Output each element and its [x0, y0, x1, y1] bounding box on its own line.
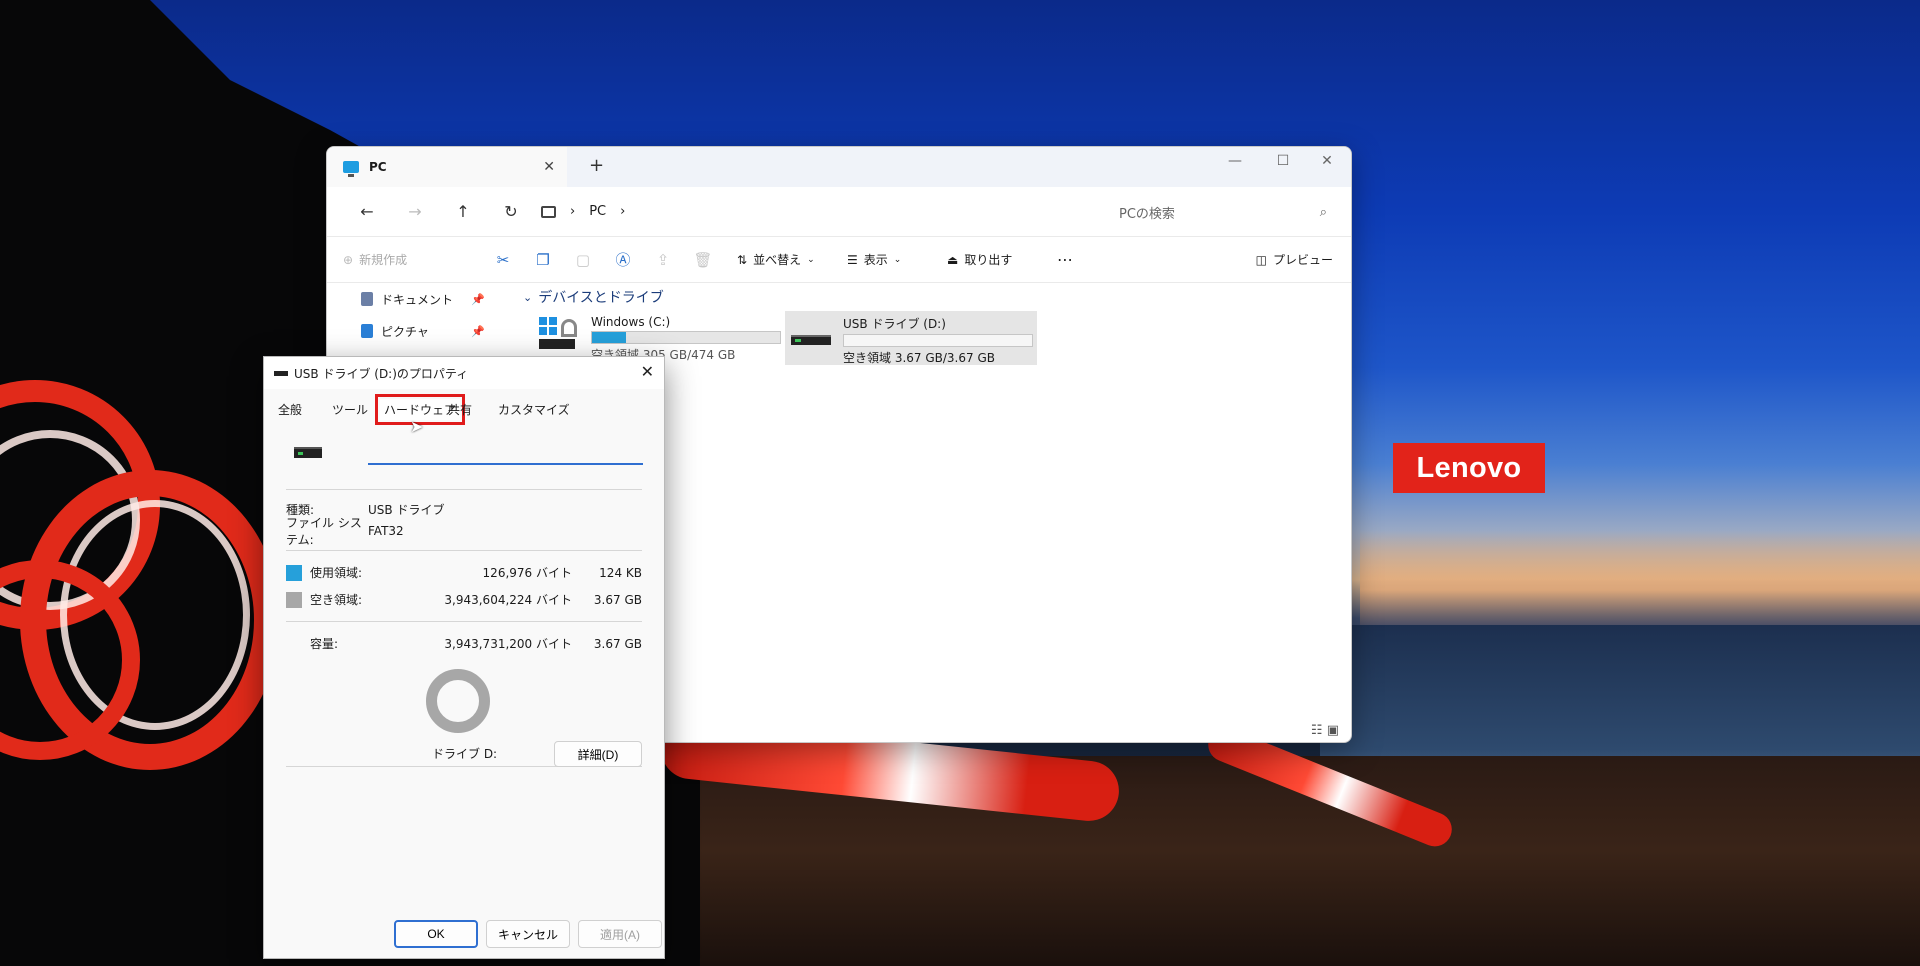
disk-usage-donut: [426, 669, 490, 733]
close-icon[interactable]: ✕: [641, 362, 654, 381]
tab-pc[interactable]: PC ✕: [327, 147, 567, 187]
document-icon: [361, 292, 373, 306]
command-bar: ⊕ 新規作成 ✂ ❐ ▢ Ⓐ ⇪ 🗑 ⇅ 並べ替え ⌄ ☰ 表示 ⌄ ⏏ 取り出…: [327, 237, 1351, 283]
view-toggle[interactable]: ☷ ▣: [1311, 723, 1339, 738]
drive-d[interactable]: USB ドライブ (D:) 空き領域 3.67 GB/3.67 GB: [785, 311, 1037, 365]
preview-pane-icon: ◫: [1255, 252, 1267, 267]
used-space-row: 使用領域: 126,976 バイト 124 KB: [286, 559, 642, 586]
eject-button[interactable]: ⏏ 取り出す: [947, 251, 1057, 268]
filesystem-row: ファイル システム: FAT32: [286, 516, 404, 547]
up-arrow-icon[interactable]: ↑: [439, 202, 487, 221]
close-window-icon[interactable]: ✕: [1307, 153, 1347, 169]
drive-usage-bar: [843, 334, 1033, 347]
rename-icon[interactable]: Ⓐ: [603, 249, 643, 270]
details-view-icon[interactable]: ☷: [1311, 723, 1323, 738]
tab-sharing[interactable]: 共有: [444, 399, 476, 420]
divider: [286, 489, 642, 490]
view-button[interactable]: ☰ 表示 ⌄: [847, 251, 947, 268]
computer-icon: [343, 161, 359, 177]
close-tab-icon[interactable]: ✕: [543, 159, 555, 175]
divider: [286, 621, 642, 622]
monitor-icon: [541, 205, 556, 218]
maximize-icon[interactable]: ☐: [1263, 153, 1303, 169]
drive-name-input[interactable]: [368, 439, 643, 465]
chevron-down-icon: ⌄: [807, 254, 815, 265]
new-button[interactable]: ⊕ 新規作成: [343, 251, 463, 268]
preview-button[interactable]: ◫ プレビュー: [1256, 251, 1333, 268]
address-bar: ← → ↑ ↻ › PC › PCの検索 ⌕: [327, 187, 1351, 237]
tab-general[interactable]: 全般: [274, 399, 306, 420]
chevron-down-icon: ⌄: [893, 254, 902, 265]
free-space-swatch: [286, 591, 302, 608]
tab-customize[interactable]: カスタマイズ: [494, 399, 574, 420]
tiles-view-icon[interactable]: ▣: [1327, 723, 1339, 738]
eject-icon: ⏏: [947, 252, 959, 267]
pin-icon: 📌: [471, 292, 485, 306]
forward-arrow-icon[interactable]: →: [391, 202, 439, 221]
copy-icon[interactable]: ❐: [523, 251, 563, 269]
sidebar-item-documents[interactable]: ドキュメント 📌: [327, 283, 497, 315]
lenovo-logo: Lenovo: [1393, 443, 1545, 493]
details-button[interactable]: 詳細(D): [554, 741, 642, 767]
tab-tools[interactable]: ツール: [328, 399, 372, 420]
pin-icon: 📌: [471, 324, 485, 338]
sunset-sky: [1360, 530, 1920, 630]
view-icon: ☰: [847, 252, 858, 267]
cut-icon[interactable]: ✂: [483, 251, 523, 269]
windows-drive-icon: [537, 315, 583, 361]
sidebar-item-pictures[interactable]: ピクチャ 📌: [327, 315, 497, 347]
search-placeholder: PCの検索: [1119, 206, 1175, 222]
title-bar: PC ✕ + — ☐ ✕: [327, 147, 1351, 187]
free-space-row: 空き領域: 3,943,604,224 バイト 3.67 GB: [286, 586, 642, 613]
share-icon[interactable]: ⇪: [643, 251, 683, 269]
minimize-icon[interactable]: —: [1215, 153, 1255, 169]
usb-drive-icon: [294, 447, 322, 458]
delete-icon[interactable]: 🗑: [683, 251, 723, 269]
chevron-down-icon: ⌄: [523, 290, 533, 304]
apply-button[interactable]: 適用(A): [578, 920, 662, 948]
chevron-right-icon: ›: [570, 204, 576, 219]
drive-space: 空き領域 3.67 GB/3.67 GB: [843, 351, 995, 365]
ok-button[interactable]: OK: [394, 920, 478, 948]
refresh-icon[interactable]: ↻: [487, 202, 535, 221]
dialog-title-bar: USB ドライブ (D:)のプロパティ ✕: [264, 357, 664, 389]
chevron-right-icon: ›: [620, 204, 626, 219]
name-row: [286, 433, 643, 481]
sort-icon: ⇅: [737, 252, 748, 267]
sort-button[interactable]: ⇅ 並べ替え ⌄: [737, 251, 847, 268]
search-input[interactable]: PCの検索 ⌕: [1107, 197, 1337, 227]
breadcrumb[interactable]: › PC ›: [541, 204, 625, 219]
used-space-swatch: [286, 564, 302, 581]
drive-icon: [274, 370, 288, 376]
drive-usage-fill: [592, 332, 626, 343]
search-icon: ⌕: [1319, 204, 1327, 220]
plus-circle-icon: ⊕: [343, 252, 354, 267]
dialog-body: 種類: USB ドライブ ファイル システム: FAT32 使用領域: 126,…: [286, 433, 643, 775]
tab-title: PC: [369, 160, 387, 174]
new-tab-button[interactable]: +: [589, 155, 604, 176]
dialog-tabs: 全般 ツール ハードウェア 共有 カスタマイズ: [264, 394, 664, 425]
divider: [286, 550, 642, 551]
paste-icon[interactable]: ▢: [563, 251, 603, 269]
group-header-devices[interactable]: ⌄ デバイスとドライブ: [523, 287, 1351, 307]
more-options-icon[interactable]: ⋯: [1057, 250, 1073, 269]
dialog-footer: OK キャンセル 適用(A): [264, 920, 664, 950]
capacity-row: 容量: 3,943,731,200 バイト 3.67 GB: [310, 636, 642, 652]
properties-dialog: USB ドライブ (D:)のプロパティ ✕ 全般 ツール ハードウェア 共有 カ…: [263, 356, 665, 959]
drive-usage-bar: [591, 331, 781, 344]
drive-label: Windows (C:): [591, 315, 671, 329]
usb-drive-icon: [789, 315, 835, 361]
dialog-title: USB ドライブ (D:)のプロパティ: [294, 366, 469, 381]
cancel-button[interactable]: キャンセル: [486, 920, 570, 948]
breadcrumb-pc[interactable]: PC: [589, 204, 606, 219]
back-arrow-icon[interactable]: ←: [343, 202, 391, 221]
picture-icon: [361, 324, 373, 338]
drive-label: USB ドライブ (D:): [843, 317, 946, 331]
